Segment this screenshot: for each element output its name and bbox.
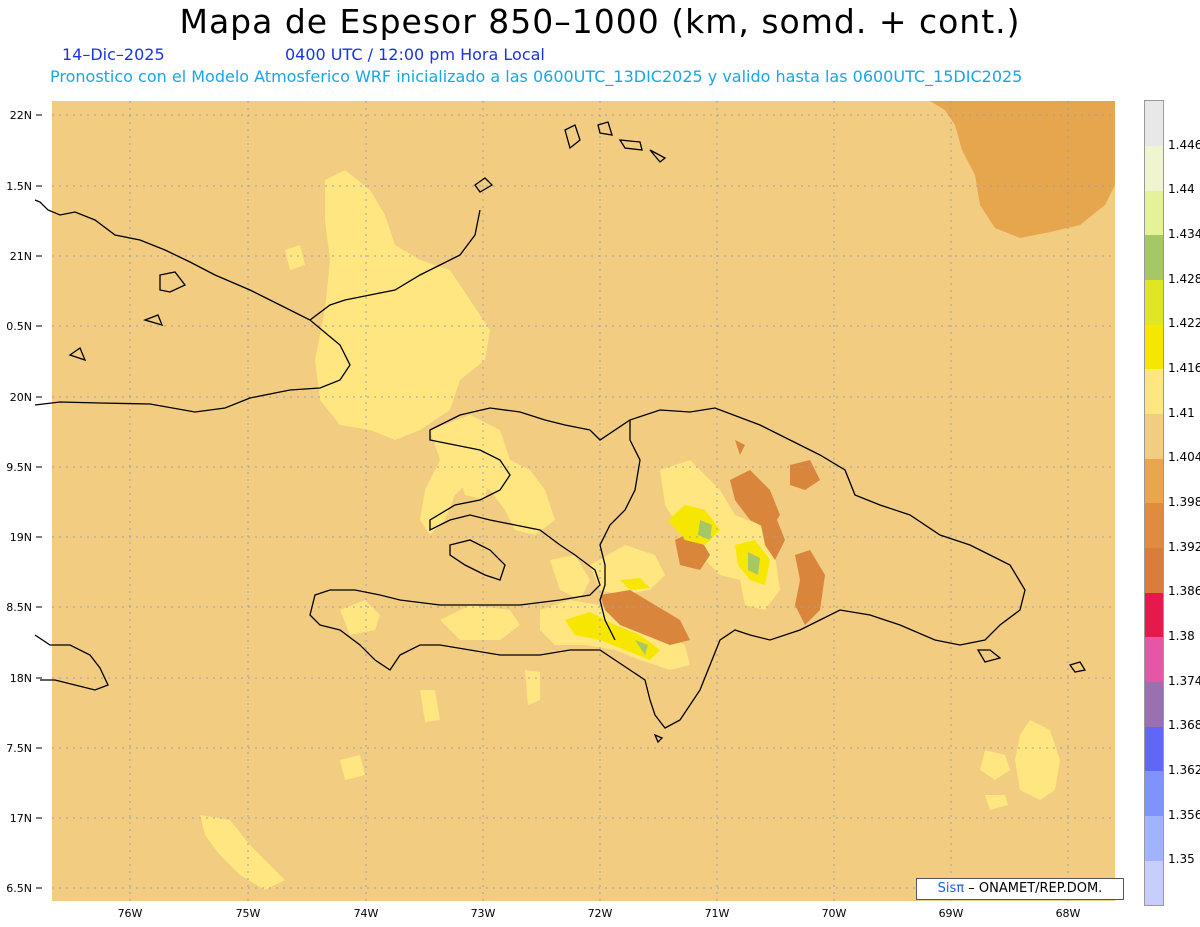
colorbar-level-label: 1.416 — [1168, 361, 1200, 375]
colorbar-segment — [1145, 101, 1163, 147]
colorbar-level-label: 1.398 — [1168, 495, 1200, 509]
colorbar-segment — [1145, 503, 1163, 549]
colorbar-level-label: 1.44 — [1168, 182, 1195, 197]
colorbar-level-label: 1.38 — [1168, 629, 1195, 643]
credit-suffix: – ONAMET/REP.DOM. — [968, 881, 1103, 896]
lat-label: 1.5N — [6, 180, 32, 193]
colorbar-level-label: 1.446 — [1168, 137, 1200, 152]
colorbar-level-label: 1.404 — [1168, 450, 1200, 465]
colorbar-level-label: 1.434 — [1168, 227, 1200, 241]
colorbar-level-label: 1.368 — [1168, 718, 1200, 733]
colorbar-level-label: 1.41 — [1168, 405, 1195, 420]
latitude-ticks — [36, 114, 42, 889]
lat-label: 0.5N — [6, 320, 32, 333]
colorbar — [1144, 100, 1164, 906]
lat-label: 19N — [10, 531, 32, 544]
lon-label: 76W — [118, 907, 143, 920]
lat-label: 22N — [10, 109, 32, 122]
lat-label: 20N — [10, 391, 32, 404]
lat-label: 6.5N — [6, 882, 32, 895]
lat-label: 21N — [10, 250, 32, 263]
colorbar-segment — [1145, 771, 1163, 817]
colorbar-level-label: 1.422 — [1168, 316, 1200, 331]
colorbar-segment — [1145, 145, 1163, 191]
colorbar-level-label: 1.356 — [1168, 807, 1200, 822]
lat-label: 17N — [10, 812, 32, 825]
colorbar-level-label: 1.392 — [1168, 539, 1200, 554]
lon-label: 71W — [705, 907, 730, 920]
colorbar-segment — [1145, 369, 1163, 415]
colorbar-level-label: 1.374 — [1168, 673, 1200, 688]
colorbar-segment — [1145, 592, 1163, 638]
colorbar-segment — [1145, 637, 1163, 683]
lon-label: 73W — [471, 907, 496, 920]
colorbar-segment — [1145, 235, 1163, 281]
credit-pi: π — [956, 881, 965, 896]
latitude-labels: 22N 1.5N 21N 0.5N 20N 9.5N 19N 8.5N 18N … — [6, 109, 32, 895]
colorbar-segment — [1145, 458, 1163, 504]
colorbar-segment — [1145, 815, 1163, 861]
lon-label: 70W — [822, 907, 847, 920]
lat-label: 8.5N — [6, 601, 32, 614]
colorbar-segment — [1145, 860, 1163, 906]
colorbar-level-label: 1.362 — [1168, 763, 1200, 777]
lon-label: 69W — [939, 907, 964, 920]
colorbar-segment — [1145, 681, 1163, 727]
colorbar-segment — [1145, 413, 1163, 459]
longitude-labels: 76W 75W 74W 73W 72W 71W 70W 69W 68W — [118, 907, 1081, 920]
credit-prefix: Sis — [937, 881, 957, 896]
lat-label: 9.5N — [6, 461, 32, 474]
lat-label: 7.5N — [6, 742, 32, 755]
lon-label: 68W — [1056, 907, 1081, 920]
lat-label: 18N — [10, 672, 32, 685]
colorbar-segment — [1145, 279, 1163, 325]
map-background — [52, 101, 1115, 901]
lon-label: 74W — [354, 907, 379, 920]
credit-box: Sisπ – ONAMET/REP.DOM. — [916, 878, 1124, 900]
colorbar-segment — [1145, 547, 1163, 593]
thickness-map: 22N 1.5N 21N 0.5N 20N 9.5N 19N 8.5N 18N … — [6, 101, 1115, 920]
colorbar-segment — [1145, 324, 1163, 370]
colorbar-segment — [1145, 190, 1163, 236]
colorbar-segment — [1145, 726, 1163, 772]
lon-label: 75W — [236, 907, 261, 920]
colorbar-level-label: 1.35 — [1168, 852, 1195, 867]
colorbar-level-label: 1.428 — [1168, 271, 1200, 286]
colorbar-level-label: 1.386 — [1168, 584, 1200, 599]
lon-label: 72W — [588, 907, 613, 920]
